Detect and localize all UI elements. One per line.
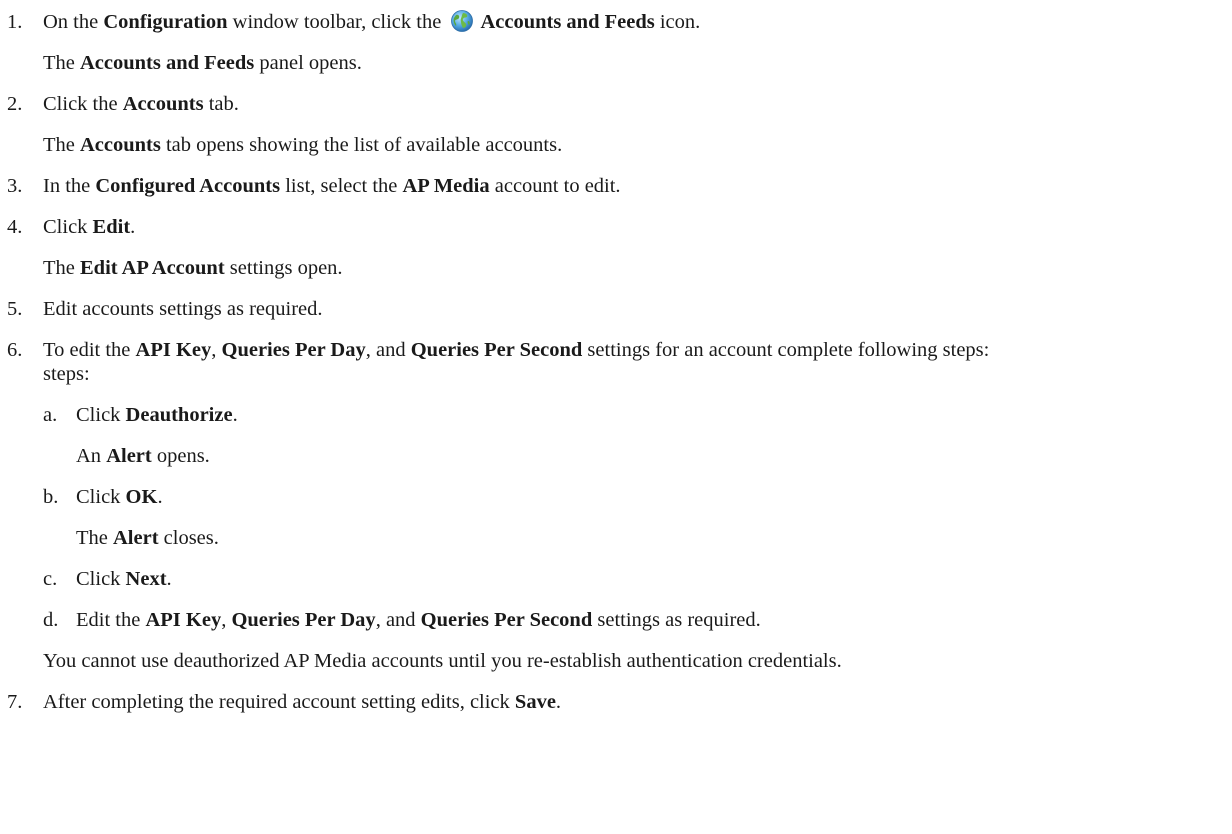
step-number: 5.	[7, 298, 23, 320]
substep-text: Edit the API Key, Queries Per Day, and Q…	[76, 609, 761, 631]
step-text-continued: steps:	[43, 363, 90, 385]
step-number: 3.	[7, 175, 23, 197]
step-text: Edit accounts settings as required.	[43, 298, 323, 320]
globe-icon	[451, 10, 474, 32]
step-text: Click Edit.	[43, 216, 136, 238]
step-number: 1.	[7, 11, 23, 33]
substep-text: Click Deauthorize.	[76, 404, 238, 426]
substep-text: Click OK.	[76, 486, 163, 508]
note-text: You cannot use deauthorized AP Media acc…	[43, 650, 842, 672]
substep-letter: c.	[43, 568, 58, 590]
step-number: 4.	[7, 216, 23, 238]
step-text: Click the Accounts tab.	[43, 93, 239, 115]
step-number: 2.	[7, 93, 23, 115]
step-text: In the Configured Accounts list, select …	[43, 175, 621, 197]
substep-text: Click Next.	[76, 568, 172, 590]
substep-letter: b.	[43, 486, 59, 508]
step-text: After completing the required account se…	[43, 691, 562, 713]
substep-letter: a.	[43, 404, 58, 426]
substep-letter: d.	[43, 609, 59, 631]
step-number: 7.	[7, 691, 23, 713]
step-text: On the Configuration window toolbar, cli…	[43, 10, 701, 33]
step-text: To edit the API Key, Queries Per Day, an…	[43, 339, 990, 361]
step-number: 6.	[7, 339, 23, 361]
